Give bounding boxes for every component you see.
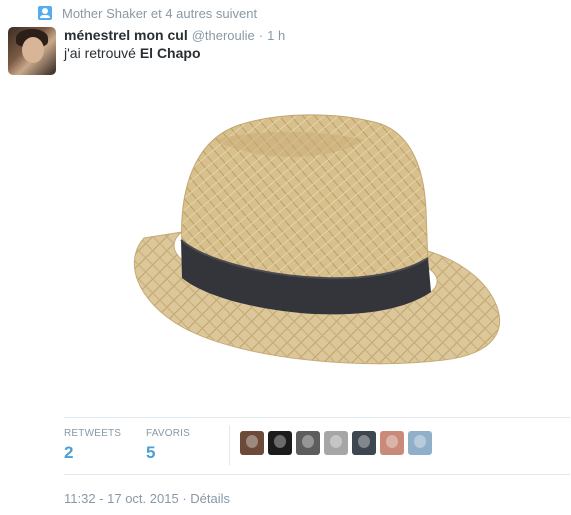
- retweets-label: RETWEETS: [64, 428, 122, 439]
- favorites-count[interactable]: 5: [146, 443, 190, 463]
- retweets-count[interactable]: 2: [64, 443, 121, 463]
- straw-fedora-hat-image: [64, 70, 570, 410]
- tweet-header: ménestrel mon cul @theroulie · 1 h: [64, 27, 285, 43]
- tweet-text: j'ai retrouvé El Chapo: [64, 45, 201, 61]
- favoriter-avatar-7[interactable]: [408, 431, 432, 455]
- favoriter-avatar-3[interactable]: [296, 431, 320, 455]
- avatar[interactable]: [8, 27, 56, 75]
- tweet-footer: 11:32 - 17 oct. 2015 · Détails: [64, 491, 230, 506]
- social-context-text[interactable]: Mother Shaker et 4 autres suivent: [62, 6, 257, 21]
- tweet-text-prefix: j'ai retrouvé: [64, 45, 140, 61]
- favoriter-avatar-4[interactable]: [324, 431, 348, 455]
- retweets-stat[interactable]: RETWEETS 2: [64, 428, 121, 463]
- footer-separator: ·: [182, 491, 187, 506]
- favoriter-avatar-1[interactable]: [240, 431, 264, 455]
- favoriter-avatars: [240, 431, 436, 455]
- stats-top-divider: [64, 417, 570, 418]
- social-context: Mother Shaker et 4 autres suivent: [38, 4, 257, 22]
- favoriter-avatar-5[interactable]: [352, 431, 376, 455]
- header-separator: ·: [258, 28, 264, 43]
- favorites-stat[interactable]: FAVORIS 5: [146, 428, 190, 463]
- tweet-datetime[interactable]: 11:32 - 17 oct. 2015: [64, 491, 179, 506]
- author-username[interactable]: @theroulie: [192, 28, 255, 43]
- tweet: Mother Shaker et 4 autres suivent ménest…: [0, 0, 571, 515]
- favorites-label: FAVORIS: [146, 428, 191, 439]
- favoriter-avatar-2[interactable]: [268, 431, 292, 455]
- author-fullname[interactable]: ménestrel mon cul: [64, 27, 188, 43]
- person-icon: [38, 6, 52, 20]
- favoriter-avatar-6[interactable]: [380, 431, 404, 455]
- stats-vertical-divider: [229, 425, 230, 465]
- details-link[interactable]: Détails: [190, 491, 230, 506]
- tweet-timestamp[interactable]: 1 h: [267, 28, 285, 43]
- tweet-photo[interactable]: [64, 70, 570, 410]
- tweet-text-bold: El Chapo: [139, 45, 201, 61]
- stats-bottom-divider: [64, 474, 570, 475]
